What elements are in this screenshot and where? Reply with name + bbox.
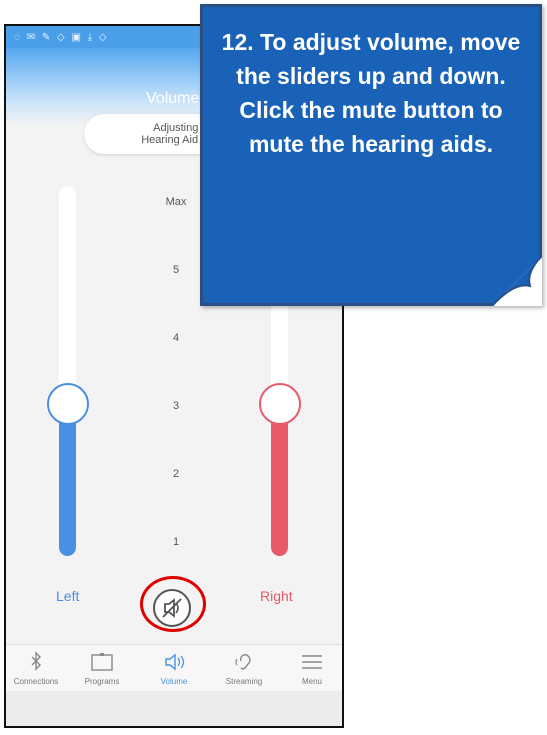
page-title: Volume — [146, 90, 200, 107]
nav-item-streaming[interactable]: Streaming — [214, 645, 274, 691]
scale-label-2: 2 — [172, 468, 180, 480]
right-slider-knob[interactable] — [259, 383, 301, 425]
ear-icon — [235, 654, 251, 670]
highlight-circle — [140, 576, 206, 632]
nav-label-streaming: Streaming — [225, 677, 263, 686]
scale-label-5: 5 — [172, 264, 180, 276]
nav-label-menu: Menu — [301, 677, 322, 686]
bluetooth-icon — [31, 651, 41, 671]
right-slider-fill — [271, 404, 288, 556]
nav-item-connections[interactable]: Connections — [6, 645, 66, 691]
system-nav-area — [6, 691, 342, 726]
scale-label-3: 3 — [172, 400, 180, 412]
hamburger-menu-icon — [302, 655, 322, 669]
right-label: Right — [260, 588, 293, 604]
scale-label-4: 4 — [172, 332, 180, 344]
scale-label-max: Max — [165, 196, 187, 208]
instruction-callout: 12. To adjust volume, move the sliders u… — [200, 4, 542, 306]
nav-item-programs[interactable]: Programs — [72, 645, 132, 691]
page-curl-corner — [491, 256, 542, 306]
nav-label-programs: Programs — [84, 677, 120, 686]
nav-label-volume: Volume — [160, 677, 188, 686]
left-slider-knob[interactable] — [47, 383, 89, 425]
bottom-nav: Connections Programs Volume Streaming Me… — [6, 644, 342, 691]
programs-icon — [91, 653, 113, 671]
status-icons: ◌ ✉ ✎ ◇ ▣ ⤓ ◇ — [14, 31, 109, 43]
nav-item-volume[interactable]: Volume — [144, 645, 204, 691]
nav-label-connections: Connections — [13, 677, 59, 686]
left-label: Left — [56, 588, 80, 604]
nav-item-menu[interactable]: Menu — [282, 645, 342, 691]
scale-label-1: 1 — [172, 536, 180, 548]
speaker-icon — [165, 653, 185, 671]
callout-text: 12. To adjust volume, move the sliders u… — [221, 29, 521, 157]
left-slider-fill — [59, 404, 76, 556]
